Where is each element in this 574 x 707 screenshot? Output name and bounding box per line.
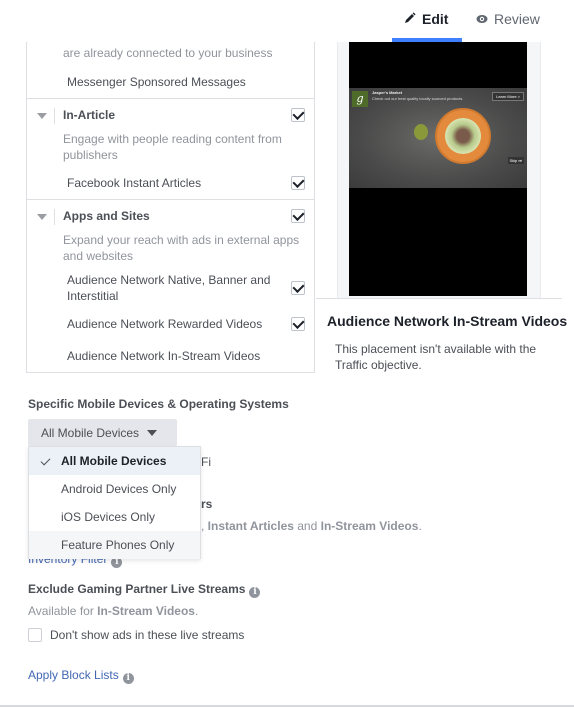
tab-edit-label: Edit [422,11,449,27]
group-apps-sites-title: Apps and Sites [63,209,150,223]
devices-option-ios[interactable]: iOS Devices Only [29,503,200,531]
header-tabs: Edit Review [0,0,574,42]
info-icon[interactable]: i [122,673,134,684]
ad-text: Check out our best quality locally sourc… [372,96,464,101]
pencil-icon [404,11,416,27]
tab-edit[interactable]: Edit [404,9,448,29]
apply-block-lists-link[interactable]: Apply Block Lists i [28,668,134,684]
group-in-article: In-Article [26,106,315,126]
wifi-label-partial: Fi [201,455,211,469]
gaming-availability: Available for In-Stream Videos. [28,604,199,618]
info-icon[interactable]: i [249,587,261,598]
divider [316,298,562,299]
caret-down-icon[interactable] [37,214,47,220]
devices-option-all[interactable]: All Mobile Devices [29,447,200,475]
devices-option-feature-phones[interactable]: Feature Phones Only [29,531,200,559]
devices-dropdown-button[interactable]: All Mobile Devices [28,419,177,446]
messenger-description: are already connected to your business [63,46,273,60]
tab-review-label: Review [494,11,540,27]
ad-brand-name: Jasper's Market [372,90,403,95]
available-placements-partial: , Instant Articles and In-Stream Videos. [201,519,422,533]
eye-icon [476,11,488,27]
placement-an-rewarded-videos[interactable]: Audience Network Rewarded Videos [67,317,262,331]
placement-an-native-banner[interactable]: Audience Network Native, Banner and Inte… [67,272,282,304]
group-apps-sites: Apps and Sites [26,207,315,227]
devices-label: Specific Mobile Devices & Operating Syst… [28,397,289,411]
ad-preview-image: g Jasper's Market Check out our best qua… [349,88,527,188]
exclude-live-streams-checkbox[interactable] [28,628,42,642]
apps-sites-description: Expand your reach with ads in external a… [63,233,300,263]
placement-an-instream-videos[interactable]: Audience Network In-Stream Videos [67,349,260,363]
preview-title: Audience Network In-Stream Videos [327,313,568,329]
salad-bowl-image [435,108,491,164]
devices-selected-value: All Mobile Devices [41,425,140,440]
placement-instant-articles[interactable]: Facebook Instant Articles [67,176,201,190]
apps-sites-checkbox[interactable] [291,209,305,223]
instant-articles-checkbox[interactable] [291,176,305,190]
gaming-title: Exclude Gaming Partner Live Streams i [28,582,261,598]
group-in-article-title: In-Article [63,108,116,122]
ad-skip-button: Skip ⏭ [507,157,524,164]
caret-down-icon [147,429,158,436]
preview-note: This placement isn't available with the … [335,342,537,372]
an-rewarded-videos-checkbox[interactable] [291,317,305,331]
divider [26,199,315,200]
oil-jar-image [414,124,428,140]
check-icon [40,455,51,466]
devices-option-android[interactable]: Android Devices Only [29,475,200,503]
ad-learn-more-button: Learn More > [492,92,524,101]
publishers-label-partial: rs [201,497,213,511]
devices-dropdown-menu: All Mobile Devices Android Devices Only … [28,446,201,559]
exclude-live-streams-label[interactable]: Don't show ads in these live streams [50,628,244,642]
in-article-checkbox[interactable] [291,108,305,122]
in-article-description: Engage with people reading content from … [63,132,282,162]
an-native-banner-checkbox[interactable] [291,281,305,295]
divider [26,98,315,99]
brand-logo: g [352,91,368,107]
tab-review[interactable]: Review [476,9,540,29]
placement-messenger-sponsored[interactable]: Messenger Sponsored Messages [67,75,246,89]
caret-down-icon[interactable] [37,113,47,119]
